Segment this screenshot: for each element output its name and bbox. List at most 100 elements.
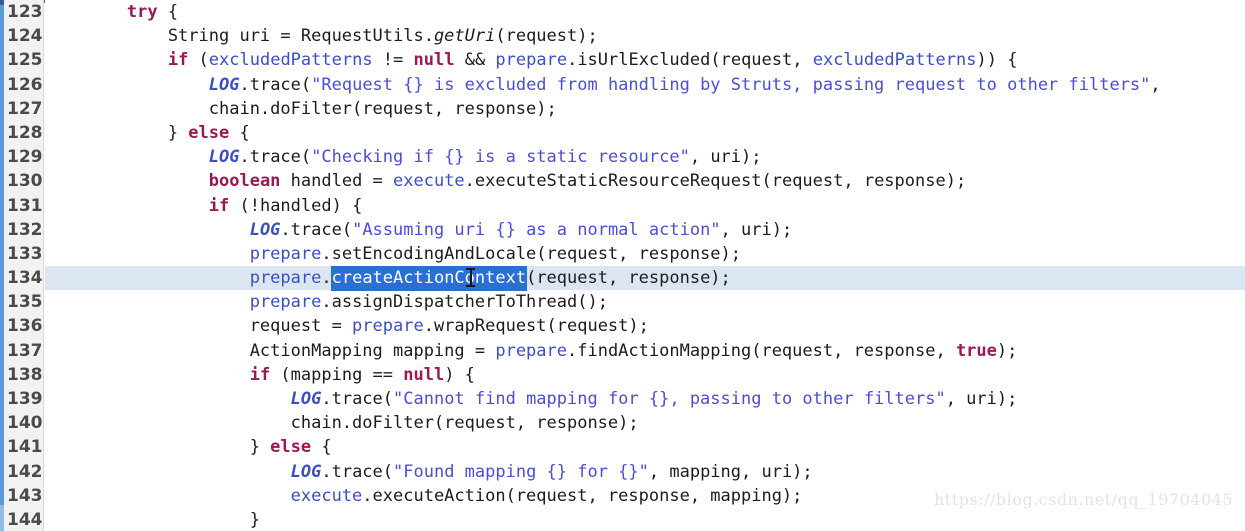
code-line[interactable]: request = prepare.wrapRequest(request); <box>45 314 1245 338</box>
gutter-line-number: 141 <box>0 435 43 459</box>
selected-token: createActionContext <box>331 267 527 291</box>
line-number-label: 125 <box>7 50 43 71</box>
code-token: ) { <box>444 364 475 385</box>
line-number-label: 128 <box>7 122 43 143</box>
gutter-line-number: 137 <box>0 339 43 363</box>
code-line[interactable]: } else { <box>45 435 1245 459</box>
line-number-label: 134 <box>7 268 43 289</box>
code-line[interactable]: } <box>45 508 1245 531</box>
line-number-label: 135 <box>7 292 43 313</box>
gutter-line-number: 132 <box>0 218 43 242</box>
gutter-line-number: 134 <box>0 266 43 290</box>
code-line[interactable]: if (mapping == null) { <box>45 363 1245 387</box>
code-token: } <box>45 509 260 530</box>
code-line[interactable]: LOG.trace("Found mapping {} for {}", map… <box>45 460 1245 484</box>
code-line[interactable]: ActionMapping mapping = prepare.findActi… <box>45 339 1245 363</box>
code-token: { <box>157 2 179 22</box>
gutter-line-number: 143 <box>0 484 43 508</box>
code-token: prepare <box>249 268 322 289</box>
code-token: } <box>45 122 189 143</box>
code-token: chain.doFilter(request, response); <box>45 413 639 434</box>
line-number-label: 140 <box>7 413 43 434</box>
code-token: excludedPatterns <box>812 50 977 71</box>
gutter-line-number: 144 <box>0 508 43 531</box>
code-token: .trace( <box>239 74 312 95</box>
gutter-line-number: 125 <box>0 48 43 72</box>
code-token: (mapping == <box>270 364 404 385</box>
code-token: (request, response); <box>526 268 731 289</box>
code-token: .wrapRequest(request); <box>423 316 649 337</box>
code-token: , <box>1150 74 1161 95</box>
code-token: null <box>403 364 445 385</box>
code-line[interactable]: chain.doFilter(request, response); <box>45 411 1245 435</box>
code-line[interactable]: if (excludedPatterns != null && prepare.… <box>45 48 1245 72</box>
code-token: "Assuming uri {} as a normal action" <box>352 219 721 240</box>
watermark-url: https://blog.csdn.net/qq_19704045 <box>934 490 1233 509</box>
code-line[interactable]: chain.doFilter(request, response); <box>45 97 1245 121</box>
code-token: ActionMapping mapping = <box>45 340 496 361</box>
code-token: else <box>270 437 312 458</box>
code-line[interactable]: LOG.trace("Assuming uri {} as a normal a… <box>45 218 1245 242</box>
code-token: prepare <box>249 292 322 313</box>
code-token: .executeStaticResourceRequest(request, r… <box>464 171 967 192</box>
code-content-area[interactable]: try { String uri = RequestUtils.getUri(r… <box>45 0 1245 531</box>
line-number-label: 136 <box>7 316 43 337</box>
line-number-label: 139 <box>7 389 43 409</box>
code-token: "Cannot find mapping for {}, passing to … <box>393 389 946 409</box>
code-line[interactable]: } else { <box>45 121 1245 145</box>
code-token: "Found mapping {} for {}" <box>393 461 649 482</box>
code-line[interactable]: LOG.trace("Checking if {} is a static re… <box>45 145 1245 169</box>
line-number-label: 130 <box>7 171 43 192</box>
code-line-current[interactable]: prepare.createActionContext(request, res… <box>45 266 1245 291</box>
code-token: prepare <box>249 243 322 264</box>
line-number-gutter[interactable]: 123 124 125 126 127 128 129 130 131 132 133 134 135 1… <box>0 0 44 531</box>
code-token: "Checking if {} is a static resource" <box>311 147 690 168</box>
code-line[interactable]: LOG.trace("Request {} is excluded from h… <box>45 73 1245 97</box>
code-token: try <box>126 2 158 22</box>
line-number-label: 138 <box>7 364 43 385</box>
line-number-label: 124 <box>7 26 43 47</box>
code-token: else <box>188 122 230 143</box>
code-token: prepare <box>495 50 568 71</box>
code-line[interactable]: LOG.trace("Cannot find mapping for {}, p… <box>45 387 1245 411</box>
code-token: excludedPatterns <box>208 50 373 71</box>
code-token: .trace( <box>321 461 394 482</box>
code-token: if <box>208 195 230 216</box>
line-number-label: 129 <box>7 147 43 168</box>
code-token: "Request {} is excluded from handling by… <box>311 74 1151 95</box>
code-token: prepare <box>495 340 567 361</box>
line-number-label: 133 <box>7 243 43 264</box>
code-token: if <box>167 50 189 71</box>
code-token: , uri); <box>720 219 793 240</box>
code-line[interactable]: prepare.setEncodingAndLocale(request, re… <box>45 242 1245 266</box>
code-token: LOG <box>290 389 322 409</box>
code-token: LOG <box>290 461 322 482</box>
gutter-line-number: 138 <box>0 363 43 387</box>
code-line[interactable]: String uri = RequestUtils.getUri(request… <box>45 24 1245 48</box>
code-line[interactable]: boolean handled = execute.executeStaticR… <box>45 169 1245 193</box>
gutter-line-number: 135 <box>0 290 43 314</box>
code-line[interactable]: if (!handled) { <box>45 194 1245 218</box>
code-token: ( <box>188 50 209 71</box>
gutter-line-number: 129 <box>0 145 43 169</box>
code-token: null <box>413 50 455 71</box>
code-token: { <box>311 437 332 458</box>
code-token: chain.doFilter(request, response); <box>45 98 557 119</box>
code-token: )) { <box>976 50 1018 71</box>
code-token: (!handled) { <box>229 195 363 216</box>
line-number-label: 137 <box>7 340 43 361</box>
code-token: if <box>249 364 271 385</box>
gutter-line-number-list: 123 124 125 126 127 128 129 130 131 132 133 134 135 1… <box>0 0 43 531</box>
code-line[interactable]: prepare.assignDispatcherToThread(); <box>45 290 1245 314</box>
code-line[interactable]: try { <box>45 0 1245 24</box>
